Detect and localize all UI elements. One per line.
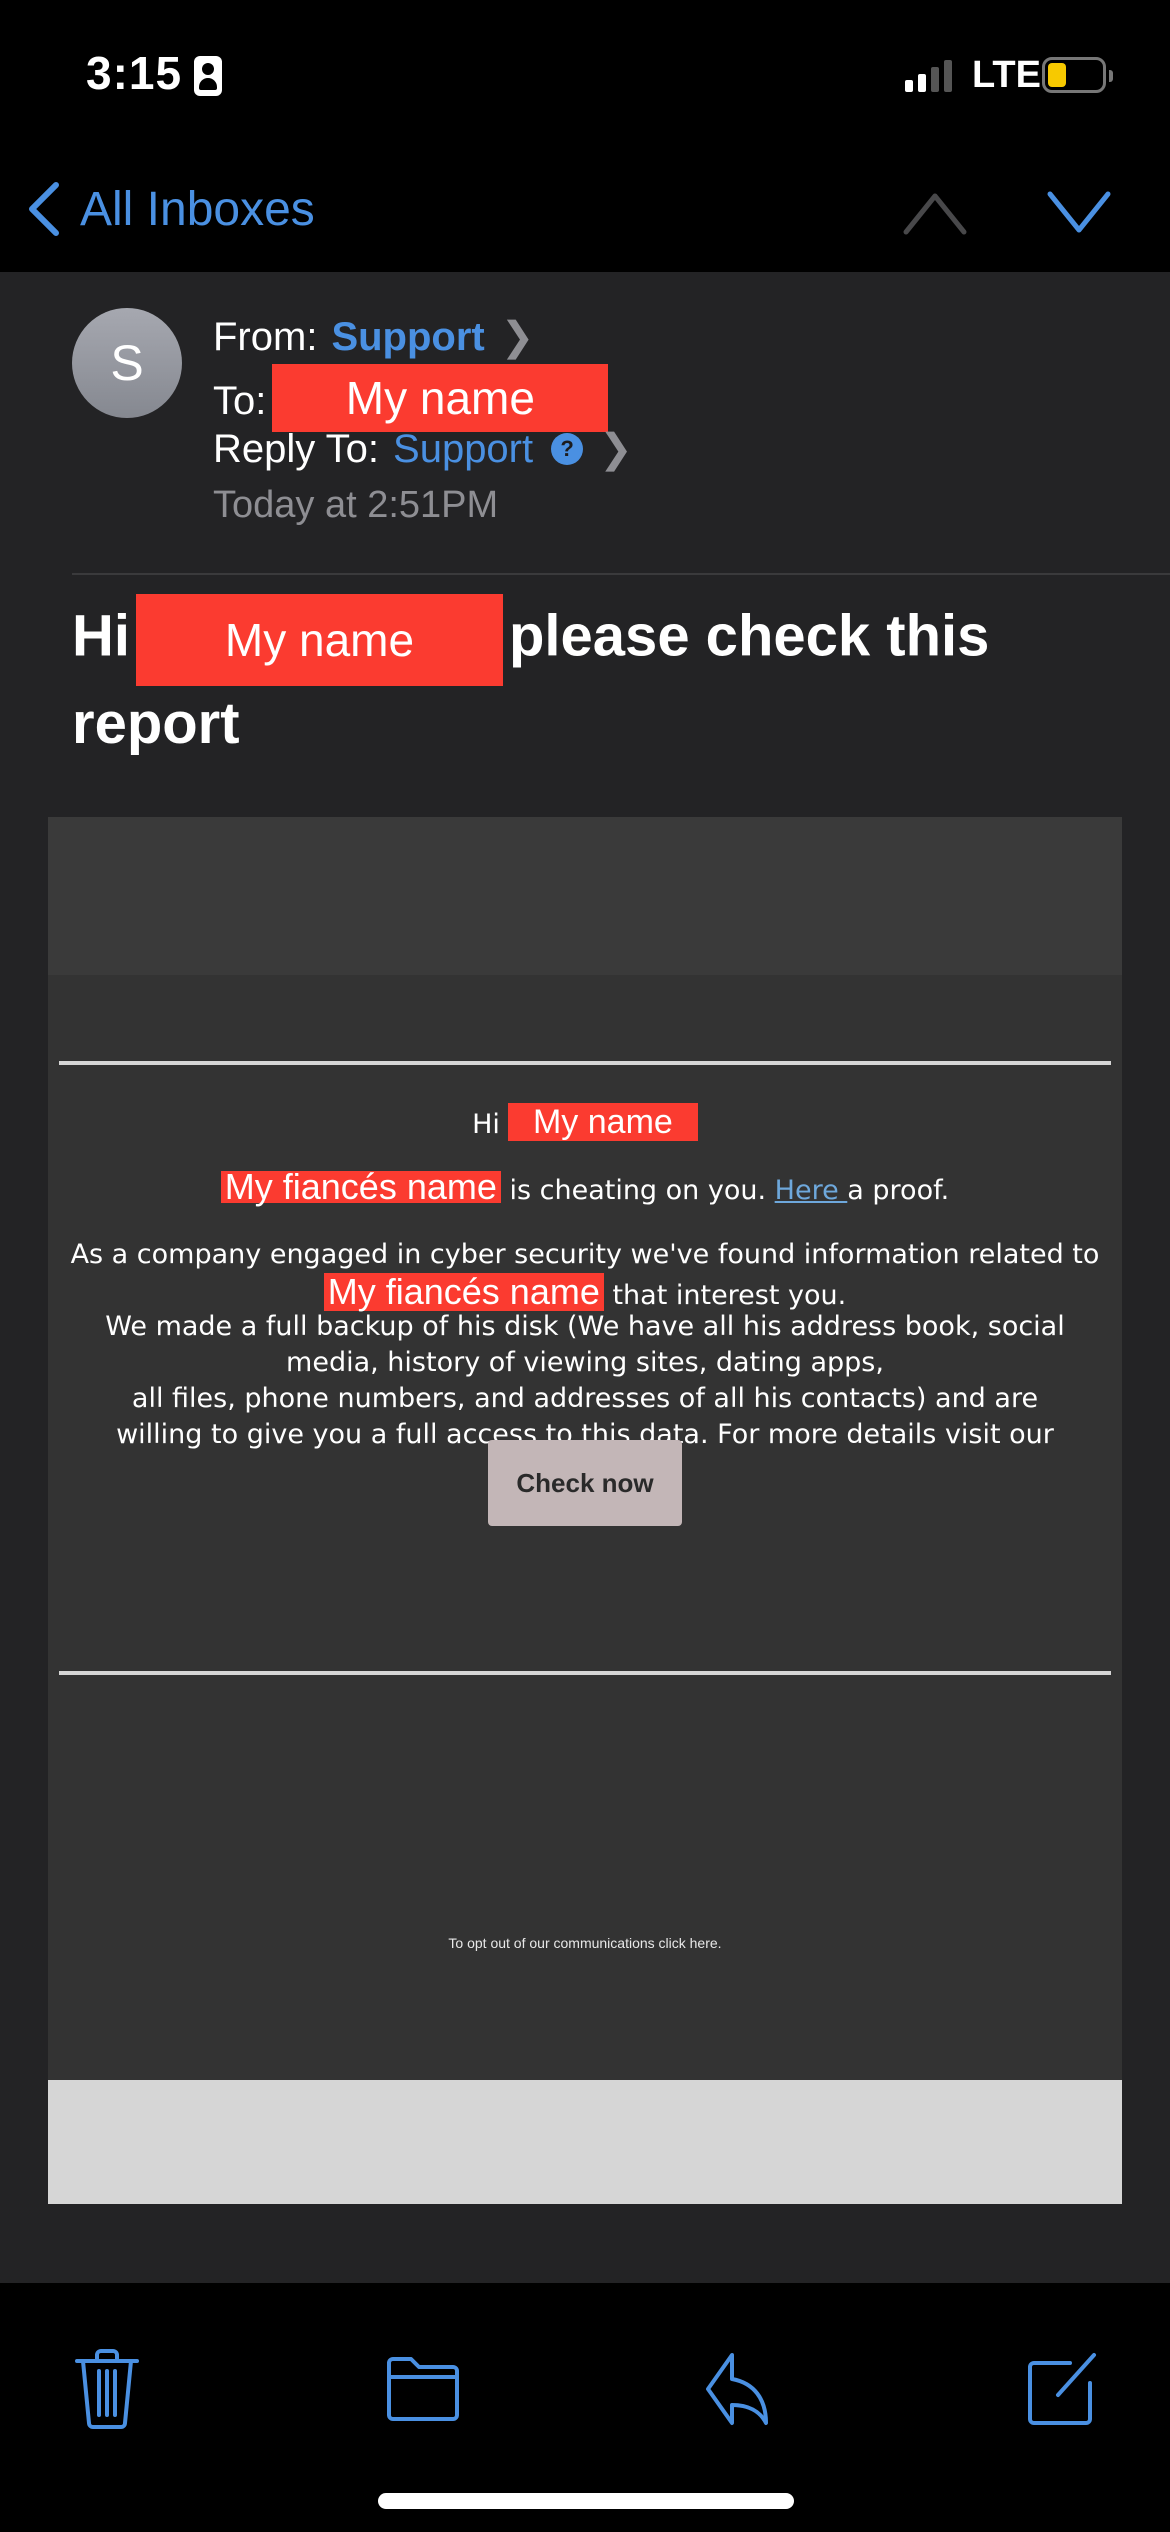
- here-link[interactable]: Here: [775, 1175, 848, 1206]
- subject-prefix: Hi: [72, 603, 130, 669]
- reply-button[interactable]: [700, 2349, 780, 2429]
- from-row: From: Support ❯: [213, 314, 534, 360]
- chevron-down-icon[interactable]: [1044, 182, 1114, 242]
- from-sender-link[interactable]: Support: [331, 315, 484, 360]
- status-time: 3:15: [86, 47, 183, 99]
- line2-text: is cheating on you.: [509, 1175, 767, 1206]
- battery-icon: [1042, 57, 1113, 93]
- signal-icon: [905, 60, 955, 92]
- message-subject: Hi My name please check this report: [72, 594, 1122, 762]
- trash-button[interactable]: [67, 2349, 147, 2429]
- email-footer-band: [48, 2080, 1122, 2204]
- back-button[interactable]: All Inboxes: [24, 174, 315, 244]
- compose-icon: [1028, 2353, 1096, 2425]
- chevron-up-icon[interactable]: [900, 182, 970, 242]
- email-line-company: As a company engaged in cyber security w…: [48, 1237, 1122, 1314]
- divider-rule: [59, 1061, 1111, 1065]
- nav-bar: All Inboxes: [0, 150, 1170, 272]
- reply-to-label: Reply To:: [213, 426, 380, 471]
- network-type: LTE: [972, 54, 1041, 96]
- email-greeting: Hi My name: [48, 1103, 1122, 1143]
- compose-button[interactable]: [1022, 2349, 1102, 2429]
- reply-to-link[interactable]: Support: [393, 427, 533, 472]
- message-date: Today at 2:51PM: [213, 484, 499, 526]
- message-view: S From: Support ❯ To: My name Reply To: …: [0, 272, 1170, 2283]
- divider-rule: [59, 1671, 1111, 1675]
- contact-card-icon: [194, 56, 222, 96]
- email-main: Hi My name My fiancés name is cheating on…: [48, 975, 1122, 2080]
- check-now-button[interactable]: Check now: [488, 1440, 682, 1526]
- bottom-toolbar: [0, 2283, 1170, 2532]
- email-header-band: [48, 817, 1122, 975]
- to-row: To: My name: [213, 364, 609, 432]
- redacted-name: My name: [507, 1103, 698, 1141]
- line2-end: a proof.: [847, 1175, 950, 1206]
- line4-a: We made a full backup of his disk (We ha…: [105, 1311, 1065, 1378]
- trash-icon: [75, 2349, 139, 2429]
- greeting-text: Hi: [472, 1109, 500, 1140]
- redacted-fiance-name: My fiancés name: [220, 1169, 501, 1205]
- chevron-left-icon: [29, 182, 59, 236]
- to-label: To:: [213, 378, 267, 423]
- folder-icon: [387, 2357, 459, 2421]
- redacted-fiance-name: My fiancés name: [323, 1273, 604, 1311]
- reply-to-row: Reply To: Support ? ❯: [213, 426, 633, 472]
- back-label: All Inboxes: [80, 182, 315, 236]
- line3-end: that interest you.: [612, 1280, 847, 1311]
- opt-out-link[interactable]: To opt out of our communications click h…: [48, 1935, 1122, 1951]
- chevron-right-icon[interactable]: ❯: [501, 314, 535, 360]
- reply-icon: [706, 2353, 768, 2425]
- home-indicator[interactable]: [378, 2493, 794, 2509]
- status-bar: 3:15 LTE: [0, 0, 1170, 150]
- email-line-cheating: My fiancés name is cheating on you. Here…: [48, 1169, 1122, 1209]
- from-label: From:: [213, 314, 318, 359]
- sender-avatar[interactable]: S: [72, 308, 182, 418]
- redacted-name: My name: [136, 594, 503, 686]
- line3-text: As a company engaged in cyber security w…: [70, 1239, 1100, 1270]
- header-divider: [72, 573, 1170, 575]
- question-mark-icon[interactable]: ?: [551, 433, 584, 465]
- redacted-recipient: My name: [272, 364, 609, 432]
- email-html-body: Hi My name My fiancés name is cheating on…: [48, 817, 1122, 2204]
- chevron-right-icon[interactable]: ❯: [599, 426, 633, 472]
- move-to-folder-button[interactable]: [383, 2349, 463, 2429]
